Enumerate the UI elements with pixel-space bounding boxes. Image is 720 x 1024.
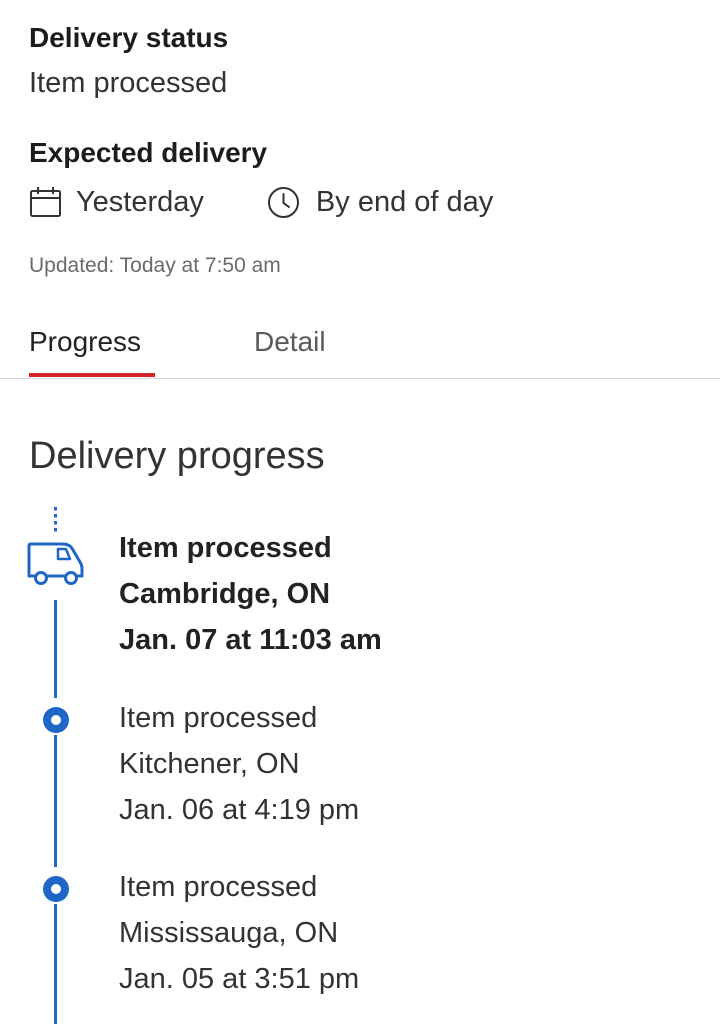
- event-status: Item processed: [119, 532, 332, 564]
- event-datetime: Jan. 06 at 4:19 pm: [119, 794, 360, 826]
- expected-time: By end of day: [267, 186, 493, 219]
- expected-delivery-row: Yesterday By end of day: [29, 180, 493, 224]
- event-location: Cambridge, ON: [119, 578, 331, 610]
- tab-bar: Progress Detail: [0, 318, 720, 378]
- delivery-summary: Delivery status Item processed Expected …: [0, 0, 720, 378]
- timeline-event: Item processed Mississauga, ON Jan. 05 a…: [119, 864, 359, 1002]
- event-datetime: Jan. 07 at 11:03 am: [119, 624, 382, 656]
- clock-icon: [267, 186, 299, 218]
- expected-time-label: By end of day: [315, 185, 494, 218]
- expected-date-label: Yesterday: [76, 185, 204, 218]
- timeline-line-segment: [54, 600, 57, 698]
- event-datetime: Jan. 05 at 3:51 pm: [119, 963, 360, 995]
- timeline-dot-icon: [43, 876, 69, 902]
- timeline-dotted-connector: [54, 507, 57, 535]
- active-tab-indicator: [29, 373, 155, 377]
- delivery-status-title: Delivery status: [29, 22, 229, 53]
- timeline-line-segment: [54, 904, 57, 1024]
- timeline-line-segment: [54, 735, 57, 867]
- delivery-progress-heading: Delivery progress: [29, 435, 325, 477]
- event-status: Item processed: [119, 702, 318, 734]
- tab-detail[interactable]: Detail: [254, 326, 326, 358]
- calendar-icon: [30, 187, 61, 217]
- expected-date: Yesterday: [29, 186, 204, 219]
- expected-delivery-title: Expected delivery: [29, 137, 268, 168]
- event-location: Kitchener, ON: [119, 748, 300, 780]
- timeline-event: Item processed Kitchener, ON Jan. 06 at …: [119, 695, 359, 833]
- timeline-dot-icon: [43, 707, 69, 733]
- event-location: Mississauga, ON: [119, 917, 339, 949]
- event-status: Item processed: [119, 871, 318, 903]
- truck-icon: [27, 542, 84, 585]
- updated-timestamp: Updated: Today at 7:50 am: [29, 254, 281, 277]
- timeline-event: Item processed Cambridge, ON Jan. 07 at …: [119, 525, 382, 663]
- delivery-progress-section: Delivery progress Item processed Cambrid…: [0, 379, 720, 1024]
- tab-progress[interactable]: Progress: [29, 326, 141, 358]
- delivery-status-value: Item processed: [29, 67, 228, 99]
